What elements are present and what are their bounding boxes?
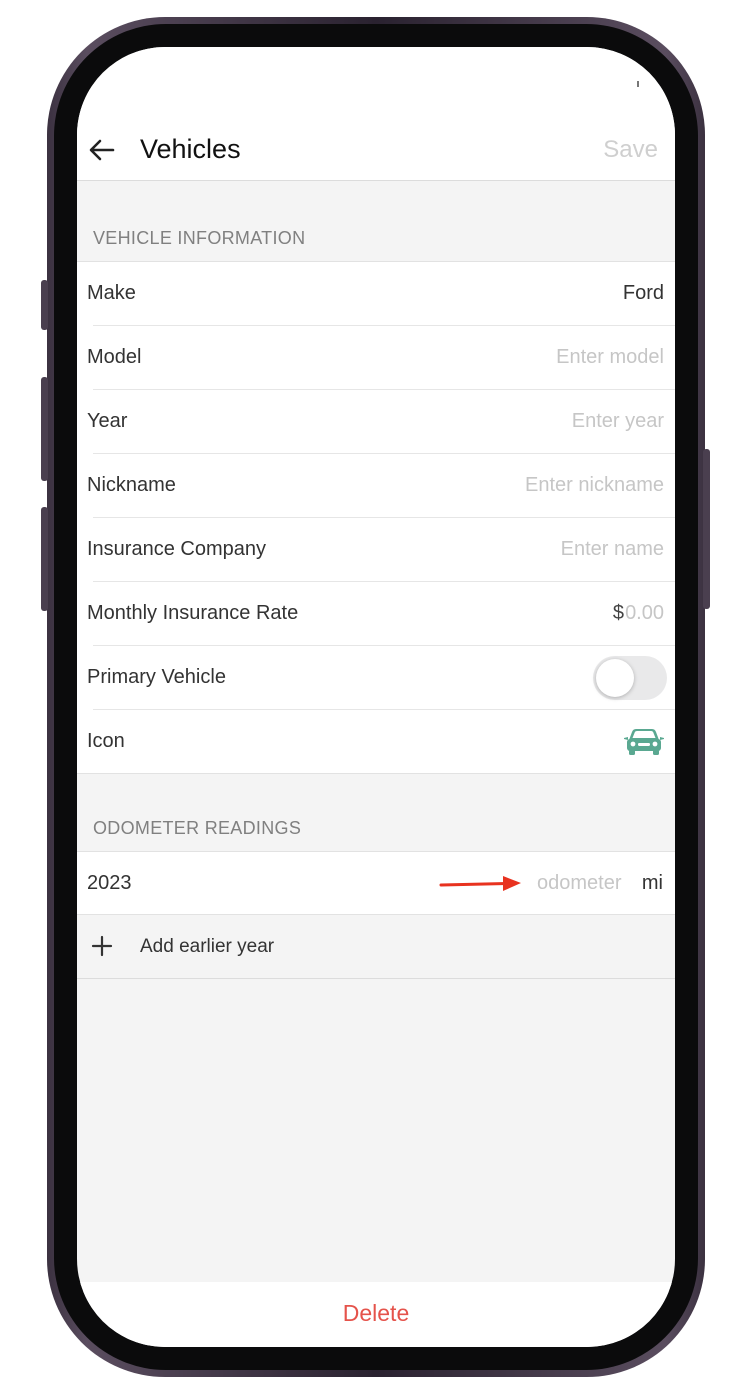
odometer-year: 2023 xyxy=(87,872,132,894)
year-label: Year xyxy=(87,410,128,432)
power-button xyxy=(703,449,710,609)
year-row[interactable]: Year Enter year xyxy=(87,390,675,454)
model-input[interactable]: Enter model xyxy=(556,326,664,389)
back-arrow-icon[interactable] xyxy=(87,135,117,165)
red-arrow-icon xyxy=(439,876,521,891)
insurance-company-row[interactable]: Insurance Company Enter name xyxy=(87,518,675,582)
save-button[interactable]: Save xyxy=(603,133,658,167)
make-label: Make xyxy=(87,282,136,304)
vehicle-information-header: VEHICLE INFORMATION xyxy=(93,228,306,248)
monthly-insurance-rate-row[interactable]: Monthly Insurance Rate $ 0.00 xyxy=(87,582,675,646)
icon-row[interactable]: Icon xyxy=(87,710,675,773)
currency-symbol: $ xyxy=(612,602,624,624)
odometer-readings-header: ODOMETER READINGS xyxy=(93,818,302,838)
nickname-row[interactable]: Nickname Enter nickname xyxy=(87,454,675,518)
delete-button[interactable]: Delete xyxy=(77,1290,675,1336)
delete-bar: Delete xyxy=(77,1282,675,1347)
monthly-insurance-rate-input[interactable]: 0.00 xyxy=(625,582,664,645)
make-row[interactable]: Make Ford xyxy=(87,262,675,326)
make-value[interactable]: Ford xyxy=(623,262,664,325)
primary-vehicle-toggle[interactable] xyxy=(593,656,667,700)
insurance-company-label: Insurance Company xyxy=(87,538,266,560)
add-earlier-year-label: Add earlier year xyxy=(140,936,275,957)
odometer-unit: mi xyxy=(641,872,663,894)
page-title: Vehicles xyxy=(140,134,241,164)
vehicle-information-group: Make Ford Model Enter model Year Enter y… xyxy=(77,261,675,774)
odometer-input[interactable]: odometer xyxy=(537,852,622,914)
status-indicator xyxy=(637,81,639,87)
model-row[interactable]: Model Enter model xyxy=(87,326,675,390)
primary-vehicle-row: Primary Vehicle xyxy=(87,646,675,710)
nickname-input[interactable]: Enter nickname xyxy=(525,454,664,517)
monthly-insurance-rate-label: Monthly Insurance Rate xyxy=(87,602,299,624)
navigation-bar: Vehicles Save xyxy=(77,127,675,181)
icon-label: Icon xyxy=(87,730,125,752)
plus-icon xyxy=(91,935,113,957)
insurance-company-input[interactable]: Enter name xyxy=(561,518,664,581)
model-label: Model xyxy=(87,346,142,368)
screen: Vehicles Save VEHICLE INFORMATION Make F… xyxy=(77,47,675,1347)
odometer-reading-row[interactable]: 2023 odometer mi xyxy=(77,851,675,914)
volume-down-button xyxy=(41,507,48,611)
toggle-knob xyxy=(596,659,634,697)
status-bar xyxy=(77,47,675,127)
volume-up-button xyxy=(41,377,48,481)
primary-vehicle-label: Primary Vehicle xyxy=(87,666,226,688)
action-button xyxy=(41,280,48,330)
add-earlier-year-button[interactable]: Add earlier year xyxy=(77,914,675,979)
year-input[interactable]: Enter year xyxy=(572,390,664,453)
nickname-label: Nickname xyxy=(87,474,176,496)
car-icon[interactable] xyxy=(624,727,664,757)
